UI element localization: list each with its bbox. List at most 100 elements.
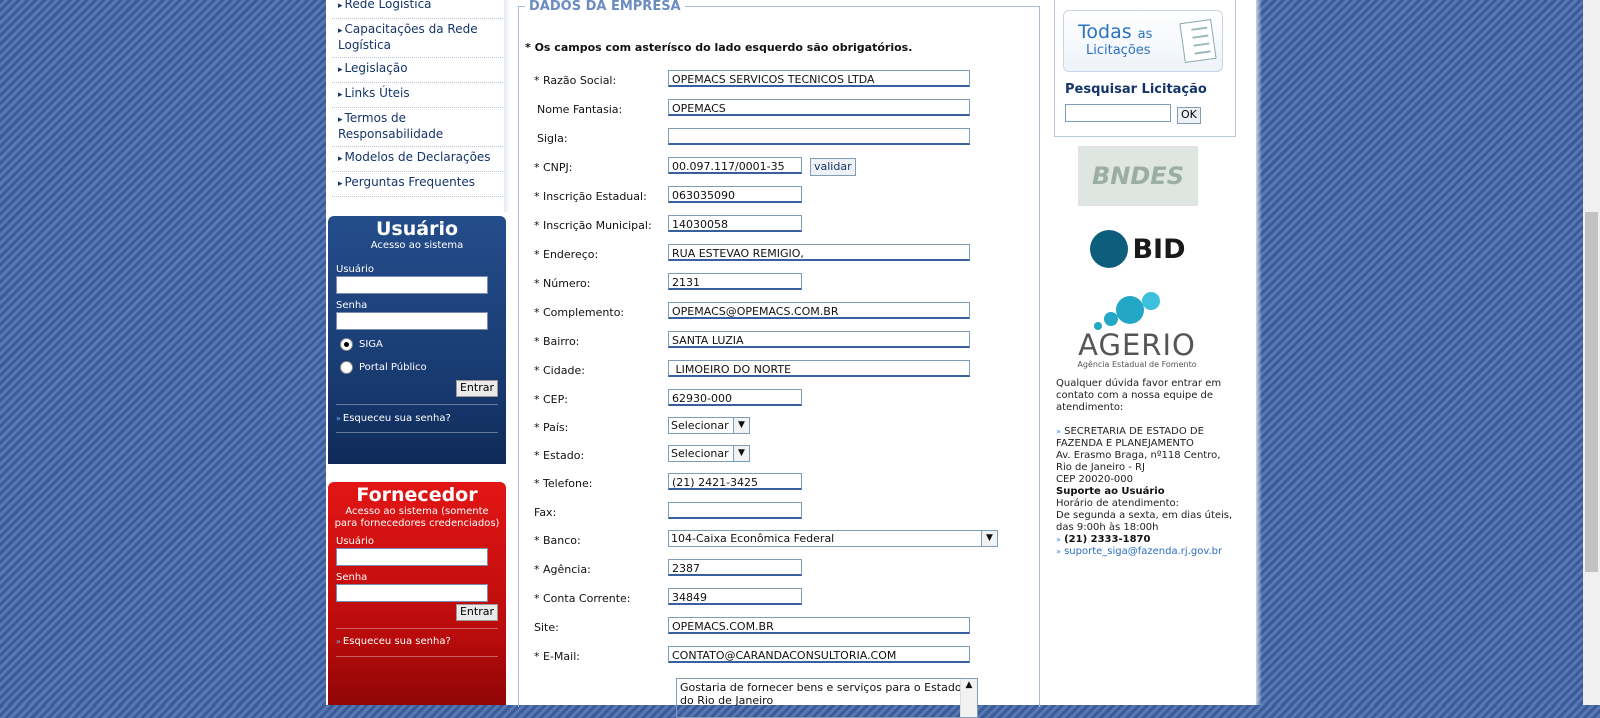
- support-email[interactable]: » suporte_siga@fazenda.rj.gov.br: [1056, 546, 1234, 558]
- supplier-entrar-button[interactable]: Entrar: [455, 604, 498, 621]
- nav-item-modelos[interactable]: ▸ Modelos de Declarações: [332, 147, 503, 172]
- field-label: * Cidade:: [534, 364, 585, 377]
- supplier-password-label: Senha: [336, 572, 368, 583]
- chevron-up-icon[interactable]: ▲: [966, 680, 973, 690]
- user-password-input[interactable]: [336, 312, 488, 330]
- hours-title: Horário de atendimento:: [1056, 498, 1180, 509]
- arrow-icon: »: [1056, 547, 1061, 556]
- agerio-name: AGERIO: [1078, 328, 1196, 362]
- nav-item-links-uteis[interactable]: ▸ Links Úteis: [332, 83, 503, 108]
- complemento-input[interactable]: OPEMACS@OPEMACS.COM.BR: [668, 302, 970, 319]
- nav-item-label[interactable]: Modelos de Declarações: [345, 150, 491, 164]
- field-label: Site:: [534, 621, 559, 634]
- conta-corrente-input[interactable]: 34849: [668, 588, 802, 605]
- search-licitacao-input[interactable]: [1065, 104, 1171, 122]
- cnpj-input[interactable]: 00.097.117/0001-35: [668, 157, 802, 174]
- divider: [336, 432, 498, 433]
- estado-select[interactable]: Selecionar ▼: [668, 445, 750, 462]
- row-complemento: * Complemento: OPEMACS@OPEMACS.COM.BR: [518, 302, 1038, 322]
- inscricao-municipal-input[interactable]: 14030058: [668, 215, 802, 232]
- supplier-username-input[interactable]: [336, 548, 488, 566]
- field-label: * Telefone:: [534, 477, 593, 490]
- chevron-down-icon[interactable]: ▼: [733, 446, 749, 461]
- site-input[interactable]: OPEMACS.COM.BR: [668, 617, 970, 634]
- pais-select[interactable]: Selecionar ▼: [668, 417, 750, 434]
- arrow-icon: »: [336, 414, 341, 423]
- page-right-shadow: [1256, 0, 1262, 705]
- bullet-icon: ▸: [338, 1, 343, 11]
- org-name: » SECRETARIA DE ESTADO DE FAZENDA E PLAN…: [1056, 426, 1234, 450]
- right-column: Todas as Licitações Pesquisar Licitação …: [1048, 0, 1248, 705]
- numero-input[interactable]: 2131: [668, 273, 802, 290]
- radio-unchecked-icon[interactable]: [340, 361, 353, 374]
- todas-word: Todas: [1078, 21, 1132, 43]
- row-bairro: * Bairro: SANTA LUZIA: [518, 331, 1038, 351]
- user-entrar-button[interactable]: Entrar: [455, 380, 498, 397]
- scrollbar-thumb[interactable]: [1585, 212, 1598, 572]
- forgot-label[interactable]: Esqueceu sua senha?: [343, 413, 451, 424]
- nav-item-rede-logistica[interactable]: ▸ Rede Logística: [332, 0, 503, 19]
- divider: [336, 628, 498, 629]
- sigla-input[interactable]: [668, 128, 970, 145]
- banco-select[interactable]: 104-Caixa Econômica Federal ▼: [668, 530, 998, 547]
- radio-siga[interactable]: SIGA: [340, 338, 506, 351]
- agerio-logo[interactable]: AGERIO Agência Estadual de Fomento: [1072, 292, 1202, 374]
- agencia-input[interactable]: 2387: [668, 559, 802, 576]
- chevron-down-icon[interactable]: ▼: [981, 531, 997, 546]
- chevron-down-icon[interactable]: ▼: [733, 418, 749, 433]
- nav-item-label[interactable]: Perguntas Frequentes: [345, 175, 476, 189]
- supplier-password-input[interactable]: [336, 584, 488, 602]
- bndes-logo[interactable]: BNDES: [1078, 146, 1198, 206]
- nav-item-label[interactable]: Termos de Responsabilidade: [338, 111, 443, 141]
- row-agencia: * Agência: 2387: [518, 559, 1038, 579]
- message-textarea[interactable]: Gostaria de fornecer bens e serviços par…: [676, 678, 978, 718]
- bairro-input[interactable]: SANTA LUZIA: [668, 331, 970, 348]
- nav-item-perguntas[interactable]: ▸ Perguntas Frequentes: [332, 172, 503, 197]
- nome-fantasia-input[interactable]: OPEMACS: [668, 99, 970, 116]
- telefone-input[interactable]: (21) 2421-3425: [668, 473, 802, 490]
- cidade-input[interactable]: LIMOEIRO DO NORTE: [668, 360, 970, 377]
- inscricao-estadual-input[interactable]: 063035090: [668, 186, 802, 203]
- user-forgot-password-link[interactable]: » Esqueceu sua senha?: [336, 413, 451, 424]
- email-input[interactable]: CONTATO@CARANDACONSULTORIA.COM: [668, 646, 970, 663]
- divider: [336, 404, 498, 405]
- endereco-input[interactable]: RUA ESTEVAO REMIGIO,: [668, 244, 970, 261]
- arrow-icon: »: [1056, 535, 1061, 544]
- row-numero: * Número: 2131: [518, 273, 1038, 293]
- field-label: * CNPJ:: [534, 161, 573, 174]
- radio-portal-label: Portal Público: [359, 362, 427, 373]
- supplier-forgot-password-link[interactable]: » Esqueceu sua senha?: [336, 636, 451, 647]
- select-value: Selecionar: [671, 447, 729, 460]
- textarea-scrollbar[interactable]: ▲: [960, 679, 977, 717]
- todas-as-word: as: [1137, 27, 1153, 42]
- razao-social-input[interactable]: OPEMACS SERVICOS TECNICOS LTDA: [668, 70, 970, 87]
- side-shadow: [504, 0, 510, 212]
- user-username-input[interactable]: [336, 276, 488, 294]
- document-list-icon: [1179, 18, 1217, 64]
- cep-input[interactable]: 62930-000: [668, 389, 802, 406]
- validar-button[interactable]: validar: [810, 158, 856, 176]
- forgot-label[interactable]: Esqueceu sua senha?: [343, 636, 451, 647]
- field-label: * Endereço:: [534, 248, 599, 261]
- nav-item-label[interactable]: Legislação: [345, 61, 408, 75]
- contact-info: Qualquer dúvida favor entrar em contato …: [1056, 378, 1234, 558]
- todas-licitacoes-banner[interactable]: Todas as Licitações: [1063, 10, 1223, 72]
- field-label: Nome Fantasia:: [537, 103, 623, 116]
- nav-item-capacitacoes[interactable]: ▸ Capacitações da Rede Logística: [332, 19, 503, 58]
- radio-portal-publico[interactable]: Portal Público: [340, 361, 506, 374]
- drops-icon: [1072, 292, 1202, 330]
- nav-item-label[interactable]: Capacitações da Rede Logística: [338, 22, 478, 52]
- fax-input[interactable]: [668, 502, 802, 519]
- org-line1: SECRETARIA DE ESTADO DE FAZENDA E PLANEJ…: [1056, 426, 1204, 449]
- bid-logo[interactable]: BID: [1078, 216, 1198, 282]
- vertical-scrollbar[interactable]: [1583, 0, 1600, 705]
- support-email-link[interactable]: suporte_siga@fazenda.rj.gov.br: [1064, 546, 1222, 557]
- bullet-icon: ▸: [338, 115, 343, 125]
- nav-item-termos[interactable]: ▸ Termos de Responsabilidade: [332, 108, 503, 147]
- nav-item-label[interactable]: Links Úteis: [345, 86, 410, 100]
- nav-item-label[interactable]: Rede Logística: [345, 0, 432, 11]
- supplier-user-label: Usuário: [336, 536, 375, 547]
- radio-checked-icon[interactable]: [340, 338, 353, 351]
- nav-item-legislacao[interactable]: ▸ Legislação: [332, 58, 503, 83]
- search-ok-button[interactable]: OK: [1177, 107, 1201, 124]
